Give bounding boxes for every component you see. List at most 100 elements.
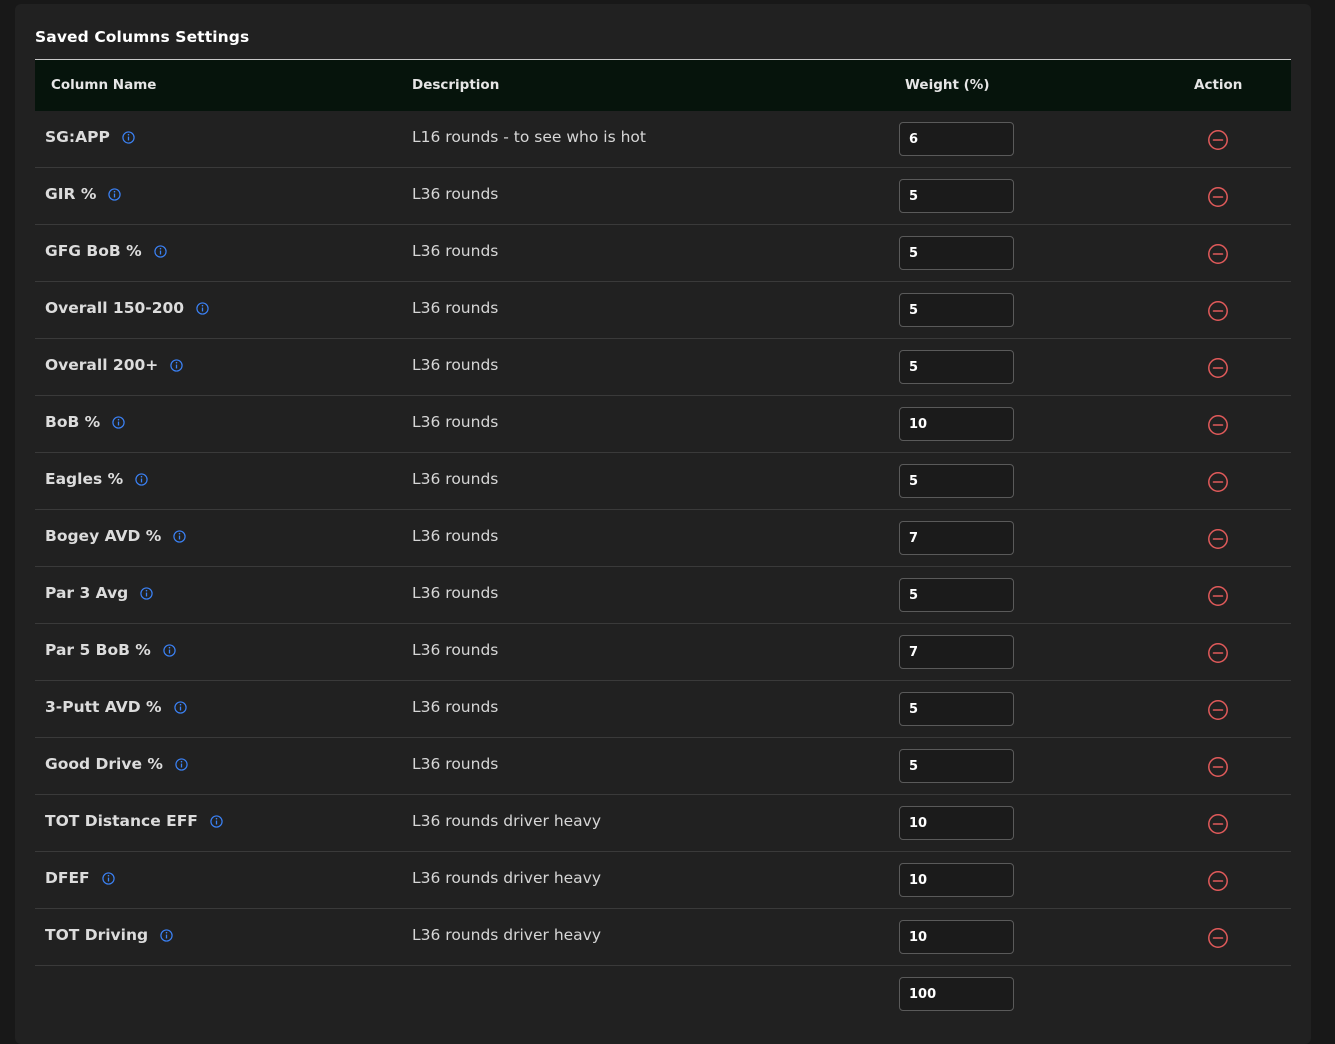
info-icon[interactable] <box>101 872 115 885</box>
info-icon[interactable] <box>135 473 148 486</box>
column-name: Bogey AVD % <box>45 527 162 545</box>
remove-column-button[interactable] <box>1207 129 1229 151</box>
remove-column-button[interactable] <box>1207 243 1229 265</box>
header-action: Action <box>1194 77 1243 93</box>
remove-column-button[interactable] <box>1207 300 1229 322</box>
column-name-cell: Overall 200+ <box>45 356 183 374</box>
description-cell: L36 rounds driver heavy <box>412 926 602 944</box>
column-name-cell: 3-Putt AVD % <box>45 698 187 716</box>
description-cell: L36 rounds <box>412 356 499 374</box>
description-cell: L36 rounds <box>412 413 499 431</box>
description-cell: L36 rounds driver heavy <box>412 869 602 887</box>
weight-input[interactable] <box>899 692 1014 726</box>
weight-input[interactable] <box>899 920 1014 954</box>
weight-input[interactable] <box>899 236 1014 270</box>
column-name: TOT Driving <box>45 926 149 944</box>
info-icon[interactable] <box>122 131 135 144</box>
table-header: Column Name Description Weight (%) Actio… <box>35 59 1291 111</box>
column-name: Eagles % <box>45 470 124 488</box>
column-name: Overall 150-200 <box>45 299 185 317</box>
table-row: BoB % L36 rounds <box>35 396 1291 453</box>
table-row: Overall 200+ L36 rounds <box>35 339 1291 396</box>
description-cell: L36 rounds <box>412 698 499 716</box>
remove-column-button[interactable] <box>1207 357 1229 379</box>
info-icon[interactable] <box>175 758 188 771</box>
column-name: Overall 200+ <box>45 356 159 374</box>
panel-title: Saved Columns Settings <box>35 28 250 46</box>
table-row: Eagles % L36 rounds <box>35 453 1291 510</box>
description-cell: L36 rounds <box>412 242 499 260</box>
remove-column-button[interactable] <box>1207 528 1229 550</box>
saved-columns-table: Column Name Description Weight (%) Actio… <box>35 59 1291 1022</box>
column-name-cell: Par 5 BoB % <box>45 641 176 659</box>
info-icon[interactable] <box>210 815 223 828</box>
column-name-cell: Par 3 Avg <box>45 584 153 602</box>
info-icon[interactable] <box>170 359 183 372</box>
table-row: Bogey AVD % L36 rounds <box>35 510 1291 567</box>
column-name: GIR % <box>45 185 97 203</box>
weight-input[interactable] <box>899 806 1014 840</box>
description-cell: L36 rounds <box>412 755 499 773</box>
weight-input[interactable] <box>899 407 1014 441</box>
table-row: GFG BoB % L36 rounds <box>35 225 1291 282</box>
column-name-cell: Good Drive % <box>45 755 188 773</box>
remove-column-button[interactable] <box>1207 756 1229 778</box>
info-icon[interactable] <box>163 644 176 657</box>
remove-column-button[interactable] <box>1207 870 1229 892</box>
weight-input[interactable] <box>899 863 1014 897</box>
info-icon[interactable] <box>173 530 186 543</box>
table-row: Good Drive % L36 rounds <box>35 738 1291 795</box>
description-cell: L36 rounds <box>412 299 499 317</box>
info-icon[interactable] <box>196 302 209 315</box>
weight-input[interactable] <box>899 464 1014 498</box>
column-name-cell: Overall 150-200 <box>45 299 209 317</box>
remove-column-button[interactable] <box>1207 699 1229 721</box>
total-weight-input[interactable] <box>899 977 1014 1011</box>
column-name-cell: TOT Driving <box>45 926 173 944</box>
weight-input[interactable] <box>899 122 1014 156</box>
description-cell: L36 rounds driver heavy <box>412 812 602 830</box>
info-icon[interactable] <box>160 929 173 942</box>
remove-column-button[interactable] <box>1207 927 1229 949</box>
table-row: GIR % L36 rounds <box>35 168 1291 225</box>
weight-input[interactable] <box>899 179 1014 213</box>
remove-column-button[interactable] <box>1207 642 1229 664</box>
table-row: 3-Putt AVD % L36 rounds <box>35 681 1291 738</box>
weight-input[interactable] <box>899 749 1014 783</box>
column-name-cell: GFG BoB % <box>45 242 167 260</box>
weight-input[interactable] <box>899 521 1014 555</box>
info-icon[interactable] <box>173 701 187 714</box>
weight-input[interactable] <box>899 350 1014 384</box>
header-column-name: Column Name <box>51 77 157 93</box>
info-icon[interactable] <box>153 245 167 258</box>
weight-input[interactable] <box>899 293 1014 327</box>
table-row: SG:APP L16 rounds - to see who is hot <box>35 111 1291 168</box>
table-row: TOT Distance EFF L36 rounds driver heavy <box>35 795 1291 852</box>
remove-column-button[interactable] <box>1207 414 1229 436</box>
column-name-cell: Eagles % <box>45 470 148 488</box>
info-icon[interactable] <box>112 416 125 429</box>
column-name: BoB % <box>45 413 101 431</box>
description-cell: L16 rounds - to see who is hot <box>412 128 646 146</box>
column-name-cell: GIR % <box>45 185 122 203</box>
saved-columns-panel: Saved Columns Settings Column Name Descr… <box>15 4 1311 1044</box>
description-cell: L36 rounds <box>412 470 499 488</box>
info-icon[interactable] <box>140 587 153 600</box>
column-name: Good Drive % <box>45 755 163 773</box>
table-row: Par 3 Avg L36 rounds <box>35 567 1291 624</box>
column-name: GFG BoB % <box>45 242 142 260</box>
remove-column-button[interactable] <box>1207 471 1229 493</box>
description-cell: L36 rounds <box>412 641 499 659</box>
column-name: Par 3 Avg <box>45 584 129 602</box>
description-cell: L36 rounds <box>412 584 499 602</box>
description-cell: L36 rounds <box>412 185 499 203</box>
column-name: 3-Putt AVD % <box>45 698 162 716</box>
remove-column-button[interactable] <box>1207 813 1229 835</box>
header-description: Description <box>412 77 500 93</box>
remove-column-button[interactable] <box>1207 585 1229 607</box>
remove-column-button[interactable] <box>1207 186 1229 208</box>
weight-input[interactable] <box>899 578 1014 612</box>
info-icon[interactable] <box>108 188 122 201</box>
table-row: Par 5 BoB % L36 rounds <box>35 624 1291 681</box>
weight-input[interactable] <box>899 635 1014 669</box>
